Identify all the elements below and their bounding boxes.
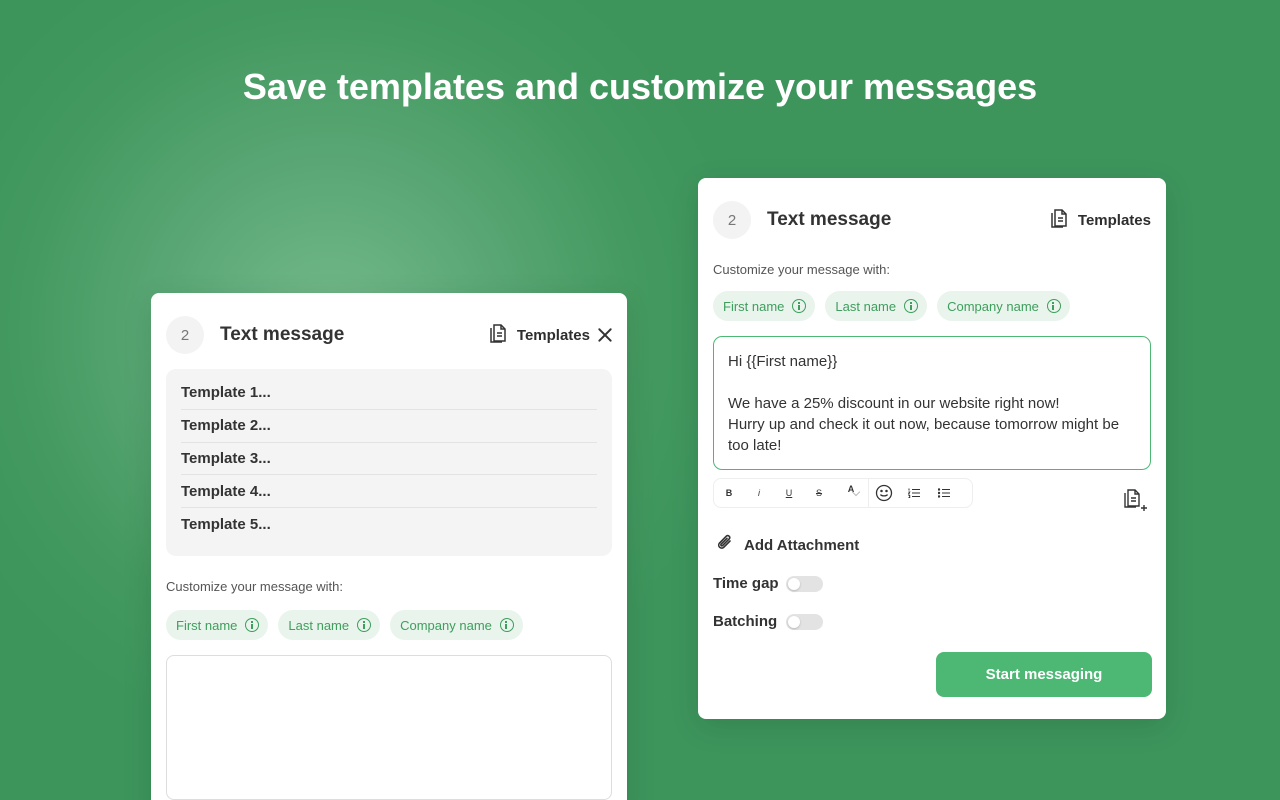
toggle-label: Time gap: [713, 575, 779, 592]
step-number: 2: [166, 316, 204, 354]
chip-last-name[interactable]: Last name: [278, 610, 381, 640]
panel-title: Text message: [767, 209, 892, 230]
document-icon: [1049, 208, 1070, 233]
info-icon[interactable]: [499, 618, 514, 632]
document-icon: [488, 323, 509, 348]
templates-label: Templates: [1077, 211, 1151, 229]
template-item[interactable]: Template 1...: [181, 377, 597, 410]
formatting-toolbar: B i U S A: [713, 478, 973, 508]
template-item[interactable]: Template 5...: [181, 508, 597, 541]
templates-button[interactable]: Templates: [488, 323, 590, 348]
headline: Save templates and customize your messag…: [242, 66, 1038, 107]
template-item[interactable]: Template 4...: [181, 475, 597, 509]
template-item[interactable]: Template 2...: [181, 410, 597, 443]
chip-last-name[interactable]: Last name: [825, 291, 928, 321]
chevron-down-icon: [851, 487, 861, 497]
close-icon[interactable]: [598, 328, 612, 342]
save-template-icon[interactable]: [1122, 488, 1150, 517]
info-icon[interactable]: [357, 618, 372, 632]
batching-row: Batching: [713, 613, 823, 630]
chip-label: Last name: [835, 298, 897, 314]
text-color-dropdown[interactable]: A: [834, 478, 869, 508]
chip-label: Last name: [288, 617, 350, 633]
bold-button[interactable]: B: [714, 488, 744, 498]
chip-label: First name: [176, 617, 238, 633]
panel-header: 2 Text message Templates: [166, 315, 612, 355]
emoji-icon[interactable]: [869, 484, 899, 502]
chip-label: First name: [723, 298, 785, 314]
variable-chips: First name Last name Company name: [166, 610, 523, 640]
time-gap-toggle[interactable]: [786, 575, 823, 592]
variable-chips: First name Last name Company name: [713, 291, 1070, 321]
panel-header: 2 Text message Templates: [713, 200, 1151, 240]
info-icon[interactable]: [245, 618, 260, 632]
chip-first-name[interactable]: First name: [166, 610, 269, 640]
info-icon[interactable]: [792, 299, 807, 313]
paperclip-icon: [715, 532, 735, 558]
panel-title: Text message: [220, 324, 345, 345]
text-message-panel-templates-open: 2 Text message Templates Template 1... T…: [151, 293, 627, 800]
time-gap-row: Time gap: [713, 575, 823, 592]
template-list: Template 1... Template 2... Template 3..…: [166, 369, 612, 556]
template-item[interactable]: Template 3...: [181, 443, 597, 476]
chip-first-name[interactable]: First name: [713, 291, 816, 321]
numbered-list-icon[interactable]: [899, 488, 929, 498]
text-message-panel: 2 Text message Templates Customize your …: [698, 178, 1166, 719]
message-input[interactable]: Hi {{First name}} We have a 25% discount…: [713, 336, 1151, 470]
chip-label: Company name: [400, 617, 492, 633]
templates-button[interactable]: Templates: [1049, 208, 1151, 233]
batching-toggle[interactable]: [786, 613, 823, 630]
underline-button[interactable]: U: [774, 488, 804, 498]
step-number: 2: [713, 201, 751, 239]
italic-button[interactable]: i: [744, 488, 774, 498]
customize-label: Customize your message with:: [713, 262, 891, 277]
message-input[interactable]: [166, 655, 612, 800]
toggle-label: Batching: [713, 613, 778, 630]
attachment-label: Add Attachment: [744, 536, 860, 554]
strikethrough-button[interactable]: S: [804, 488, 834, 498]
customize-label: Customize your message with:: [166, 579, 344, 594]
info-icon[interactable]: [904, 299, 919, 313]
start-messaging-button[interactable]: Start messaging: [936, 652, 1152, 697]
add-attachment-button[interactable]: Add Attachment: [715, 532, 859, 558]
chip-label: Company name: [947, 298, 1039, 314]
chip-company-name[interactable]: Company name: [390, 610, 523, 640]
bullet-list-icon[interactable]: [929, 488, 959, 498]
templates-label: Templates: [516, 326, 590, 344]
info-icon[interactable]: [1046, 299, 1061, 313]
chip-company-name[interactable]: Company name: [937, 291, 1070, 321]
